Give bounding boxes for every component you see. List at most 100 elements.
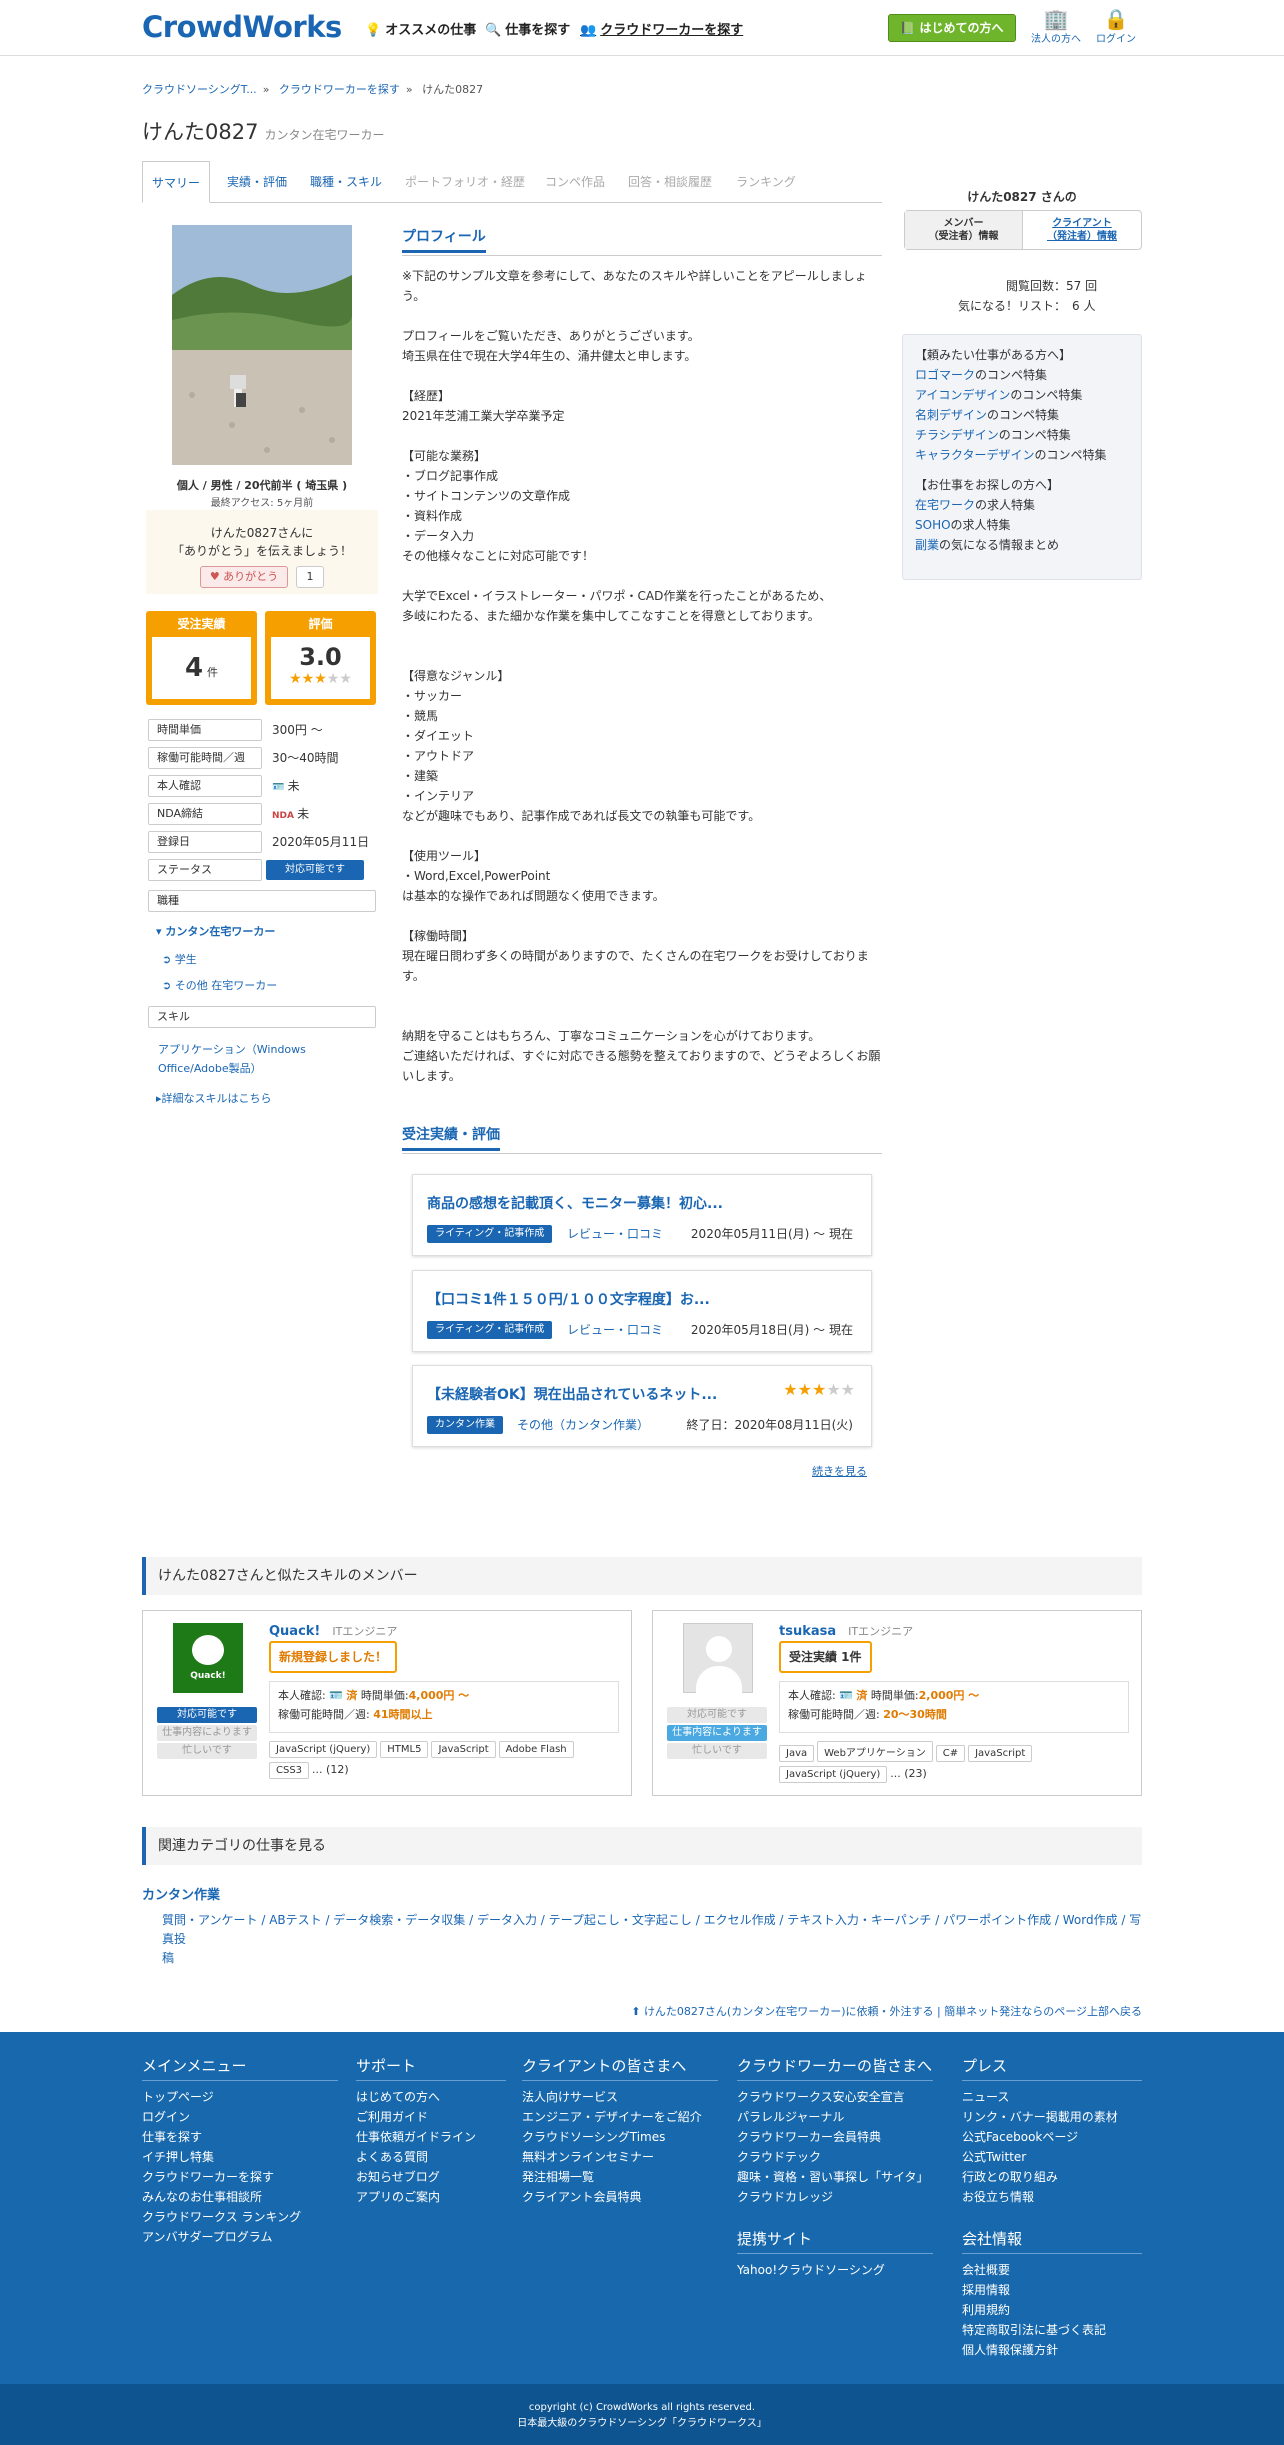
job-main-link[interactable]: ▾ カンタン在宅ワーカー (156, 923, 275, 939)
feature-link[interactable]: ロゴマークのコンペ特集 (915, 365, 1129, 385)
footer-link[interactable]: 行政との取り組み (962, 2167, 1142, 2187)
footer-link[interactable]: 会社概要 (962, 2260, 1142, 2280)
footer-link[interactable]: お役立ち情報 (962, 2187, 1142, 2207)
footer-link[interactable]: よくある質問 (356, 2147, 506, 2167)
footer-link[interactable]: クラウドテック (737, 2147, 933, 2167)
work-title[interactable]: 【未経験者OK】現在出品されているネット... (427, 1384, 717, 1404)
skill-chip[interactable]: C# (935, 1745, 966, 1762)
footer-link[interactable]: 採用情報 (962, 2280, 1142, 2300)
skill-chip[interactable]: CSS3 (269, 1762, 310, 1779)
footer-link[interactable]: パラレルジャーナル (737, 2107, 933, 2127)
breadcrumb-item[interactable]: クラウドワーカーを探す (279, 83, 400, 96)
footer-link[interactable]: みんなのお仕事相談所 (142, 2187, 338, 2207)
footer-link[interactable]: 仕事依頼ガイドライン (356, 2127, 506, 2147)
breadcrumb: クラウドソーシングT...» クラウドワーカーを探す» けんた0827 (142, 83, 484, 96)
footer-link[interactable]: 利用規約 (962, 2300, 1142, 2320)
work-tag[interactable]: ライティング・記事作成 (427, 1225, 553, 1243)
breadcrumb-item[interactable]: クラウドソーシングT... (142, 83, 257, 96)
thanks-button[interactable]: ♥ ありがとう (200, 566, 288, 588)
work-category[interactable]: その他（カンタン作業） (517, 1416, 649, 1434)
tab-client-info[interactable]: クライアント （発注者）情報 (1023, 211, 1141, 249)
footer-link[interactable]: トップページ (142, 2087, 338, 2107)
footer-link[interactable]: 公式Facebookページ (962, 2127, 1142, 2147)
nav-recommended[interactable]: 💡 オススメの仕事 (365, 19, 476, 38)
work-category[interactable]: レビュー・口コミ (567, 1321, 663, 1339)
tab-member-info[interactable]: メンバー （受注者）情報 (905, 211, 1023, 249)
skill-chip[interactable]: JavaScript (jQuery) (269, 1741, 378, 1758)
skill-chip[interactable]: JavaScript (431, 1741, 496, 1758)
footer-link[interactable]: クラウドソーシングTimes (522, 2127, 718, 2147)
work-card[interactable]: 商品の感想を記載頂く、モニター募集！初心... ライティング・記事作成 レビュー… (412, 1174, 872, 1256)
tab-results[interactable]: 実績・評価 (222, 161, 292, 203)
feature-link[interactable]: 名刺デザインのコンペ特集 (915, 405, 1129, 425)
tab-summary[interactable]: サマリー (142, 161, 210, 203)
feature-link[interactable]: キャラクターデザインのコンペ特集 (915, 445, 1129, 465)
work-card[interactable]: 【未経験者OK】現在出品されているネット... ★★★★★ カンタン作業 その他… (412, 1365, 872, 1447)
beginners-button[interactable]: 📗 はじめての方へ (888, 14, 1016, 42)
corporate-link[interactable]: 🏢 法人の方へ (1030, 8, 1082, 45)
work-tag[interactable]: ライティング・記事作成 (427, 1321, 553, 1339)
member-name[interactable]: tsukasa (779, 1624, 836, 1639)
work-title[interactable]: 【口コミ1件１５０円/１００文字程度】お... (427, 1289, 710, 1309)
skill-detail-link[interactable]: ▸詳細なスキルはこちら (156, 1090, 272, 1106)
skill-chip[interactable]: HTML5 (380, 1741, 429, 1758)
footer-link[interactable]: 法人向けサービス (522, 2087, 718, 2107)
skill-chip[interactable]: JavaScript (jQuery) (779, 1766, 888, 1783)
footer-link[interactable]: 無料オンラインセミナー (522, 2147, 718, 2167)
member-name[interactable]: Quack! (269, 1624, 320, 1639)
orders-value: 4 (184, 653, 204, 683)
footer-link[interactable]: クラウドワークス ランキング (142, 2207, 338, 2227)
footer-link[interactable]: ご利用ガイド (356, 2107, 506, 2127)
footer-link[interactable]: リンク・バナー掲載用の素材 (962, 2107, 1142, 2127)
work-card[interactable]: 【口コミ1件１５０円/１００文字程度】お... ライティング・記事作成 レビュー… (412, 1270, 872, 1352)
footer-link[interactable]: クライアント会員特典 (522, 2187, 718, 2207)
footer-link[interactable]: クラウドワーカーを探す (142, 2167, 338, 2187)
site-logo[interactable]: CrowdWorks (142, 10, 342, 44)
footer-link[interactable]: クラウドカレッジ (737, 2187, 933, 2207)
related-category[interactable]: カンタン作業 (142, 1884, 220, 1903)
last-access: 最終アクセス: 5ヶ月前 (210, 498, 314, 509)
feature-link[interactable]: 在宅ワークの求人特集 (915, 495, 1129, 515)
skill-link[interactable]: アプリケーション（Windows Office/Adobe製品） (158, 1040, 306, 1078)
footer-link[interactable]: 公式Twitter (962, 2147, 1142, 2167)
avatar[interactable] (683, 1623, 753, 1694)
job-sub-link[interactable]: ➲ 学生 (162, 951, 197, 967)
related-links[interactable]: 質問・アンケート / ABテスト / データ検索・データ収集 / データ入力 /… (162, 1911, 1142, 1968)
work-tag[interactable]: カンタン作業 (427, 1416, 503, 1434)
footer-link[interactable]: 仕事を探す (142, 2127, 338, 2147)
nav-find-jobs[interactable]: 🔍 仕事を探す (485, 19, 570, 38)
skill-chip[interactable]: Adobe Flash (498, 1741, 574, 1758)
feature-link[interactable]: 副業の気になる情報まとめ (915, 535, 1129, 555)
feature-link[interactable]: アイコンデザインのコンペ特集 (915, 385, 1129, 405)
profile-info: 個人 / 男性 / 20代前半 ( 埼玉県 ) (176, 479, 348, 492)
footer-link[interactable]: アプリのご案内 (356, 2187, 506, 2207)
footer-link[interactable]: ログイン (142, 2107, 338, 2127)
footer-link[interactable]: クラウドワーカー会員特典 (737, 2127, 933, 2147)
login-link[interactable]: 🔒 ログイン (1090, 8, 1142, 45)
skill-chip[interactable]: Java (779, 1745, 815, 1762)
work-title[interactable]: 商品の感想を記載頂く、モニター募集！初心... (427, 1193, 723, 1213)
footer-link[interactable]: エンジニア・デザイナーをご紹介 (522, 2107, 718, 2127)
skill-chip[interactable]: Webアプリケーション (817, 1741, 933, 1762)
footer-link[interactable]: 趣味・資格・習い事探し「サイタ」 (737, 2167, 933, 2187)
work-category[interactable]: レビュー・口コミ (567, 1225, 663, 1243)
footer-link[interactable]: お知らせブログ (356, 2167, 506, 2187)
footer-link[interactable]: 個人情報保護方針 (962, 2340, 1142, 2360)
tab-skills[interactable]: 職種・スキル (302, 161, 390, 203)
back-to-top-link[interactable]: ⬆ けんた0827さん(カンタン在宅ワーカー)に依頼・外注する | 簡単ネット発… (631, 2003, 1142, 2019)
feature-link[interactable]: チラシデザインのコンペ特集 (915, 425, 1129, 445)
feature-link[interactable]: SOHOの求人特集 (915, 515, 1129, 535)
footer-link[interactable]: はじめての方へ (356, 2087, 506, 2107)
footer-link[interactable]: 特定商取引法に基づく表記 (962, 2320, 1142, 2340)
job-sub-link[interactable]: ➲ その他 在宅ワーカー (162, 977, 277, 993)
more-works-link[interactable]: 続きを見る (812, 1463, 867, 1479)
nav-find-workers[interactable]: 👥 クラウドワーカーを探す (580, 19, 743, 38)
footer-link[interactable]: イチ押し特集 (142, 2147, 338, 2167)
footer-link[interactable]: ニュース (962, 2087, 1142, 2107)
skill-chip[interactable]: JavaScript (968, 1745, 1033, 1762)
footer-link[interactable]: Yahoo!クラウドソーシング (737, 2260, 933, 2280)
footer-link[interactable]: 発注相場一覧 (522, 2167, 718, 2187)
avatar[interactable]: Quack! (173, 1623, 243, 1693)
footer-link[interactable]: クラウドワークス安心安全宣言 (737, 2087, 933, 2107)
footer-link[interactable]: アンバサダープログラム (142, 2227, 338, 2247)
